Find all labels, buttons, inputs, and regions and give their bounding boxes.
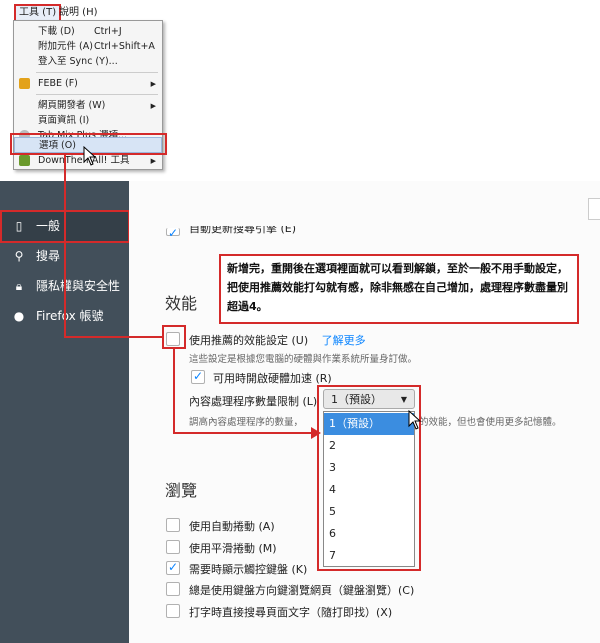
sidebar-item-label: 搜尋: [36, 249, 61, 263]
caret-browsing-label: 總是使用鍵盤方向鍵瀏覽網頁（鍵盤瀏覽）(C): [189, 584, 415, 597]
submenu-arrow-icon: ▶: [150, 102, 156, 110]
lock-icon: 🔒︎: [15, 279, 23, 293]
menu-item-label: 下載 (D): [38, 26, 75, 37]
annotation-callout: 新增完，重開後在選項裡面就可以看到解鎖，至於一般不用手動設定，把使用推薦效能打勾…: [219, 254, 579, 324]
menu-separator: [36, 94, 158, 95]
user-icon: ●: [13, 309, 25, 323]
menu-item-label: FEBE (F): [38, 78, 78, 89]
process-note-left: 調高內容處理程序的數量，: [189, 417, 304, 428]
cursor-icon: [408, 410, 422, 430]
hardware-acceleration-checkbox[interactable]: [191, 369, 205, 384]
annotation-line: [64, 336, 164, 338]
menu-item-label: 登入至 Sync (Y)...: [38, 56, 118, 67]
menu-help[interactable]: 說明 (H): [56, 6, 101, 20]
annotation-line: [64, 155, 66, 337]
smooth-scroll-label: 使用平滑捲動 (M): [189, 542, 277, 555]
menu-item-downloads[interactable]: 下載 (D) Ctrl+J: [14, 24, 162, 40]
touch-keyboard-checkbox[interactable]: [166, 560, 180, 575]
hardware-acceleration-label: 可用時開啟硬體加速 (R): [213, 372, 332, 385]
autoscroll-checkbox[interactable]: [166, 518, 180, 532]
menu-item-sync[interactable]: 登入至 Sync (Y)...: [14, 54, 162, 70]
menu-item-shortcut: Ctrl+Shift+A: [94, 41, 155, 52]
process-note-right: 的效能，但也會使用更多記憶體。: [419, 417, 562, 428]
submenu-arrow-icon: ▶: [150, 80, 156, 88]
menu-item-shortcut: Ctrl+J: [94, 26, 122, 37]
autoscroll-label: 使用自動捲動 (A): [189, 520, 275, 533]
browsing-heading: 瀏覽: [165, 481, 198, 500]
auto-update-search-label: 自動更新搜尋引擎 (E): [189, 226, 297, 234]
submenu-arrow-icon: ▶: [150, 157, 156, 165]
menu-item-label: 網頁開發者 (W): [38, 100, 106, 111]
menu-item-febe[interactable]: FEBE (F) ▶: [14, 76, 162, 92]
annotation-line: [173, 349, 175, 434]
find-as-you-type-label: 打字時直接搜尋頁面文字（隨打即找）(X): [189, 606, 393, 619]
recommended-performance-label: 使用推薦的效能設定 (U) 了解更多: [189, 332, 366, 348]
menu-item-label: 附加元件 (A): [38, 41, 93, 52]
menu-bar: 工具 (T) 說明 (H): [0, 0, 600, 22]
recommended-note: 這些設定是根據您電腦的硬體與作業系統所量身訂做。: [189, 354, 418, 365]
performance-heading: 效能: [165, 294, 198, 313]
sidebar-item-label: Firefox 帳號: [36, 309, 104, 323]
menu-item-web-developer[interactable]: 網頁開發者 (W) ▶: [14, 98, 162, 114]
menu-item-page-info[interactable]: 頁面資訊 (I): [14, 113, 162, 129]
annotation-text: 新增完，重開後在選項裡面就可以看到解鎖，至於一般不用手動設定，把使用推薦效能打勾…: [227, 262, 568, 313]
menu-item-addons[interactable]: 附加元件 (A) Ctrl+Shift+A: [14, 39, 162, 55]
menu-separator: [36, 72, 158, 73]
downthemall-icon: [19, 155, 30, 166]
annotation-highlight-dropdown: [317, 385, 421, 571]
touch-keyboard-label: 需要時顯示觸控鍵盤 (K): [189, 563, 308, 576]
find-as-you-type-checkbox[interactable]: [166, 604, 180, 618]
search-field-edge[interactable]: [588, 198, 600, 220]
auto-update-search-checkbox[interactable]: [166, 226, 180, 240]
smooth-scroll-checkbox[interactable]: [166, 540, 180, 554]
annotation-line: [173, 432, 317, 434]
febe-icon: [19, 78, 30, 89]
menu-item-label: 頁面資訊 (I): [38, 115, 90, 126]
cursor-icon: [83, 146, 97, 166]
annotation-highlight-checkbox: [162, 325, 186, 349]
caret-browsing-checkbox[interactable]: [166, 582, 180, 596]
recommended-performance-text: 使用推薦的效能設定 (U): [189, 334, 309, 347]
search-icon: ⚲: [14, 249, 24, 263]
process-limit-label: 內容處理程序數量限制 (L): [189, 395, 318, 408]
learn-more-link[interactable]: 了解更多: [322, 334, 366, 347]
sidebar-item-label: 隱私權與安全性: [36, 279, 121, 293]
